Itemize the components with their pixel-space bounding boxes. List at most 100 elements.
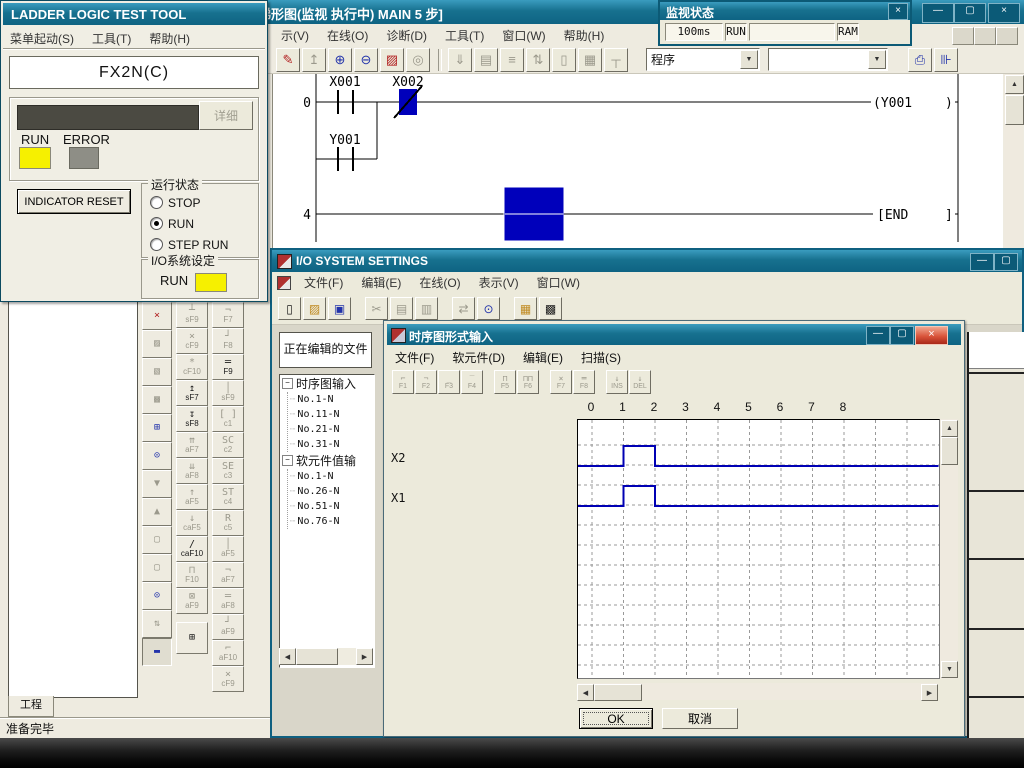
ladder-vertical-scrollbar[interactable]: ▲	[1004, 74, 1023, 248]
mdi-minimize-button[interactable]	[952, 27, 974, 45]
palette-button[interactable]: SCc2	[212, 432, 244, 458]
minimize-button[interactable]: —	[922, 3, 954, 23]
menu-item[interactable]: 工具(T)	[83, 27, 140, 47]
collapse-icon[interactable]: −	[282, 455, 293, 466]
toolbar-button[interactable]: ⊖	[354, 48, 378, 72]
scrollbar-thumb[interactable]	[594, 684, 642, 701]
toolbar-button[interactable]: ⊙	[477, 297, 500, 320]
menu-item[interactable]: 帮助(H)	[140, 27, 199, 47]
toolbar-button[interactable]: ⇄	[452, 297, 475, 320]
scrollbar-thumb[interactable]	[296, 648, 338, 665]
palette-button[interactable]: ↓caF5	[176, 510, 208, 536]
toolbar-button[interactable]: ✎	[276, 48, 300, 72]
palette-button[interactable]: ┘aF9	[212, 614, 244, 640]
test-tool-title-bar[interactable]: LADDER LOGIC TEST TOOL	[3, 3, 265, 25]
palette-button[interactable]: │aF5	[212, 536, 244, 562]
timing-tool-button[interactable]: ↓INS	[606, 370, 628, 394]
palette-button[interactable]: ▢	[142, 554, 172, 582]
radio-icon[interactable]	[150, 217, 163, 230]
palette-button[interactable]: ↧sF8	[176, 406, 208, 432]
collapse-icon[interactable]: −	[282, 378, 293, 389]
tree-child-item[interactable]: ┈ No.1-N	[290, 469, 374, 484]
palette-button[interactable]: ⊙	[142, 442, 172, 470]
scroll-up-icon[interactable]: ▲	[941, 420, 958, 437]
tree-root-item[interactable]: − 时序图输入	[280, 375, 374, 392]
close-button[interactable]: ×	[915, 326, 948, 345]
palette-button[interactable]: ▼	[142, 470, 172, 498]
toolbar-button[interactable]: ▤	[474, 48, 498, 72]
menu-item[interactable]: 菜单起动(S)	[1, 27, 83, 47]
toolbar-button[interactable]: ↥	[302, 48, 326, 72]
tree-child-item[interactable]: ┈ No.21-N	[290, 422, 374, 437]
chart-vertical-scrollbar[interactable]: ▲ ▼	[940, 419, 958, 679]
menu-item[interactable]: 示(V)	[272, 24, 318, 46]
palette-button[interactable]: ▲	[142, 498, 172, 526]
timing-tool-button[interactable]: ×F7	[550, 370, 572, 394]
radio-icon[interactable]	[150, 196, 163, 209]
menu-item[interactable]: 窗口(W)	[528, 271, 589, 294]
menu-item[interactable]: 编辑(E)	[352, 271, 410, 294]
timing-tool-button[interactable]: ⌐F1	[392, 370, 414, 394]
timing-tool-button[interactable]: ⊓⊓F6	[517, 370, 539, 394]
palette-button[interactable]: [ ]c1	[212, 406, 244, 432]
palette-button[interactable]: │sF9	[212, 380, 244, 406]
palette-button[interactable]: SEc3	[212, 458, 244, 484]
timing-tool-button[interactable]: ↓DEL	[629, 370, 651, 394]
chevron-down-icon[interactable]: ▼	[740, 50, 758, 69]
timing-tool-button[interactable]: ═F8	[573, 370, 595, 394]
toolbar-button[interactable]: ⇓	[448, 48, 472, 72]
toolbar-button[interactable]: ▦	[514, 297, 537, 320]
palette-button[interactable]: ⇈aF7	[176, 432, 208, 458]
timing-tool-button[interactable]: _F3	[438, 370, 460, 394]
palette-button[interactable]: ┘F8	[212, 328, 244, 354]
palette-button[interactable]: ⇅	[142, 610, 172, 638]
radio-run-state[interactable]: STOP	[142, 192, 258, 213]
palette-button[interactable]: ▬	[142, 638, 172, 666]
chevron-down-icon[interactable]: ▼	[868, 50, 886, 69]
tree-child-item[interactable]: ┈ No.26-N	[290, 484, 374, 499]
toolbar-button[interactable]: ▥	[415, 297, 438, 320]
palette-button[interactable]: ⊓F10	[176, 562, 208, 588]
timing-tool-button[interactable]: ⊓F5	[494, 370, 516, 394]
palette-button[interactable]: ⊠aF9	[176, 588, 208, 614]
menu-item[interactable]: 文件(F)	[295, 271, 352, 294]
palette-button[interactable]: ═F9	[212, 354, 244, 380]
palette-button[interactable]: ▢	[142, 526, 172, 554]
tree-child-item[interactable]: ┈ No.11-N	[290, 407, 374, 422]
palette-button[interactable]: ▧	[142, 358, 172, 386]
palette-button[interactable]: ⌐aF10	[212, 640, 244, 666]
scroll-up-icon[interactable]: ▲	[1005, 75, 1024, 94]
toolbar-button[interactable]: ⊪	[934, 48, 958, 72]
ladder-editor[interactable]: X001 Y001 X002 (Y001 ) [END ] 0 4	[272, 74, 1003, 248]
palette-button[interactable]: /caF10	[176, 536, 208, 562]
palette-button[interactable]: ¬F7	[212, 302, 244, 328]
toolbar-button[interactable]: ≡	[500, 48, 524, 72]
menu-item[interactable]: 在线(O)	[410, 271, 469, 294]
close-icon[interactable]: ×	[888, 3, 908, 20]
toolbar-button[interactable]: ▨	[380, 48, 404, 72]
indicator-reset-button[interactable]: INDICATOR RESET	[17, 189, 131, 214]
palette-button[interactable]: ⊞	[176, 622, 208, 654]
ok-button[interactable]: OK	[579, 708, 653, 729]
timing-title-bar[interactable]: 时序图形式输入 — ▢ ×	[387, 324, 961, 345]
palette-button[interactable]: ↑aF5	[176, 484, 208, 510]
menu-item[interactable]: 表示(V)	[470, 271, 528, 294]
toolbar-button[interactable]: ▣	[328, 297, 351, 320]
toolbar-button[interactable]: ▩	[539, 297, 562, 320]
project-tab[interactable]: 工程	[8, 696, 54, 717]
palette-button[interactable]: ▩	[142, 386, 172, 414]
menu-item[interactable]: 软元件(D)	[443, 346, 514, 369]
scroll-right-icon[interactable]: ▶	[356, 648, 373, 665]
toolbar-button[interactable]: ┬	[604, 48, 628, 72]
minimize-button[interactable]: —	[970, 253, 994, 271]
restore-button[interactable]: ▢	[954, 3, 986, 23]
palette-button[interactable]: ═aF8	[212, 588, 244, 614]
toolbar-button[interactable]: ▯	[278, 297, 301, 320]
maximize-button[interactable]: ▢	[890, 326, 914, 345]
tree-child-item[interactable]: ┈ No.76-N	[290, 514, 374, 529]
palette-button[interactable]: ┴sF9	[176, 302, 208, 328]
menu-item[interactable]: 编辑(E)	[514, 346, 572, 369]
scroll-left-icon[interactable]: ◀	[279, 648, 296, 665]
toolbar-button[interactable]: ▤	[390, 297, 413, 320]
palette-button[interactable]: ⊙	[142, 582, 172, 610]
